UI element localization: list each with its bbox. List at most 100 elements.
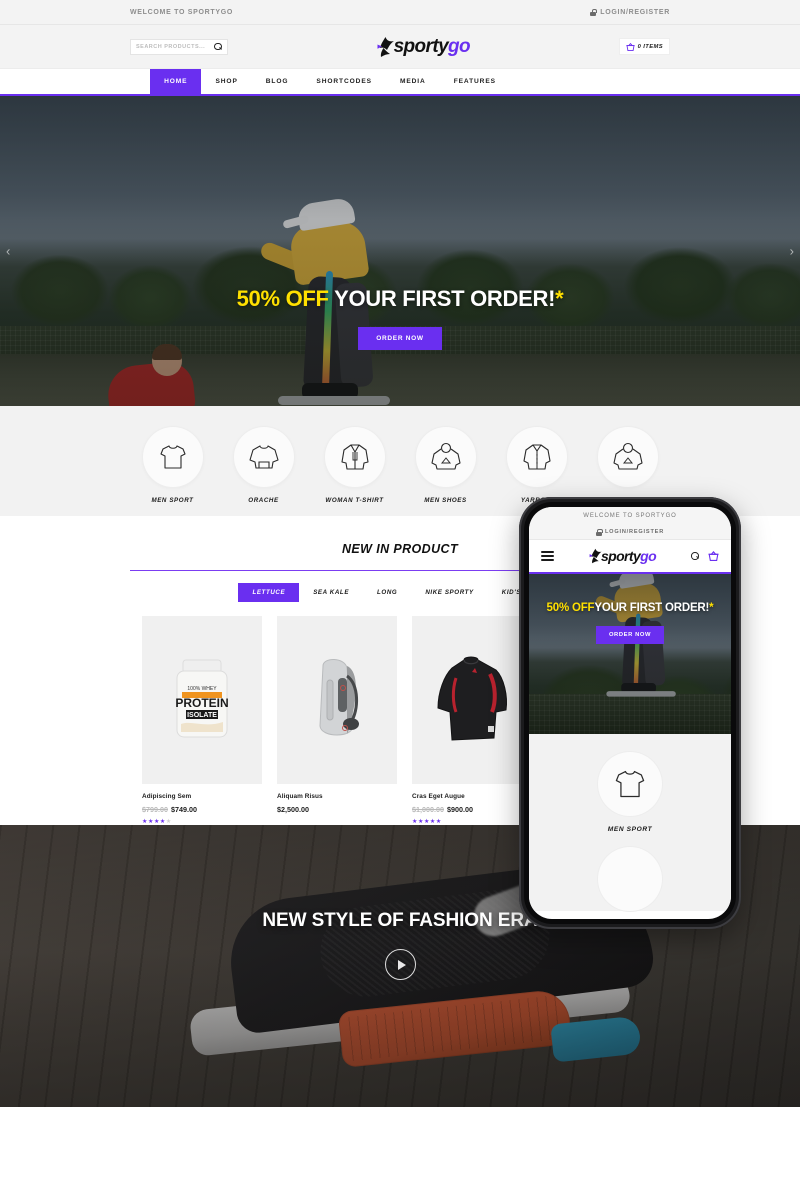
category-item-6[interactable] bbox=[597, 427, 658, 497]
category-label: WOMAN T-SHIRT bbox=[325, 497, 384, 504]
site-logo[interactable]: sportygo bbox=[377, 36, 471, 58]
product-card[interactable]: Aliquam Risus $2,500.00 bbox=[277, 616, 397, 825]
hero-slider: 50% OFF YOUR FIRST ORDER!* ORDER NOW ‹ › bbox=[0, 96, 800, 406]
phone-mockup: WELCOME TO SPORTYGO LOGIN/REGISTER sport… bbox=[519, 497, 741, 929]
phone-category-next-circle[interactable] bbox=[598, 847, 662, 911]
product-price: $1,000.00 $900.00 bbox=[412, 805, 532, 814]
cart-count-label: 0 ITEMS bbox=[637, 43, 663, 50]
phone-header-actions bbox=[691, 551, 719, 561]
logo-mark-icon bbox=[377, 36, 397, 58]
search-icon[interactable] bbox=[691, 552, 699, 560]
nav-item-media[interactable]: MEDIA bbox=[386, 69, 440, 94]
hero-next-arrow-icon[interactable]: › bbox=[790, 244, 794, 259]
svg-text:PROTEIN: PROTEIN bbox=[175, 696, 228, 710]
phone-hero-title: 50% OFFYOUR FIRST ORDER!* bbox=[529, 602, 731, 614]
main-header: SEARCH PRODUCTS... sportygo 0 ITEMS bbox=[0, 25, 800, 69]
coat-icon bbox=[340, 444, 369, 470]
product-image bbox=[412, 616, 532, 784]
category-icon-circle bbox=[597, 427, 658, 487]
search-input[interactable]: SEARCH PRODUCTS... bbox=[130, 38, 228, 55]
phone-hero-content: 50% OFFYOUR FIRST ORDER!* ORDER NOW bbox=[529, 602, 731, 644]
nav-label: BLOG bbox=[265, 78, 289, 85]
logo-text-primary: sporty bbox=[393, 36, 449, 57]
nav-item-shortcodes[interactable]: SHORTCODES bbox=[302, 69, 386, 94]
product-card[interactable]: 100% WHEY PROTEIN ISOLATE Adipiscing Sem… bbox=[142, 616, 262, 825]
product-old-price: $799.00 bbox=[142, 805, 168, 814]
tshirt-icon bbox=[615, 770, 645, 798]
category-icon-circle bbox=[324, 427, 385, 487]
phone-order-now-button[interactable]: ORDER NOW bbox=[595, 626, 665, 644]
play-icon[interactable] bbox=[384, 949, 416, 980]
phone-logo[interactable]: sportygo bbox=[589, 548, 657, 564]
basket-icon[interactable] bbox=[708, 551, 719, 561]
nav-label: MEDIA bbox=[399, 78, 426, 85]
login-register-label: LOGIN/REGISTER bbox=[600, 8, 670, 16]
product-image: 100% WHEY PROTEIN ISOLATE bbox=[142, 616, 262, 784]
phone-category-label: MEN SPORT bbox=[607, 826, 653, 833]
logo-text: sportygo bbox=[393, 36, 471, 57]
phone-hero-subtitle: YOUR FIRST ORDER! bbox=[594, 602, 710, 614]
category-icon-circle bbox=[506, 427, 567, 487]
tshirt-icon bbox=[159, 445, 186, 469]
tab-nike-sporty[interactable]: NIKE SPORTY bbox=[411, 583, 487, 602]
product-old-price: $1,000.00 bbox=[412, 805, 444, 814]
welcome-text-wrap: WELCOME TO SPORTYGO bbox=[130, 9, 233, 16]
hamburger-icon[interactable] bbox=[541, 551, 554, 561]
product-price: $799.00 $749.00 bbox=[142, 805, 262, 814]
nav-item-features[interactable]: FEATURES bbox=[440, 69, 510, 94]
category-label: MEN SHOES bbox=[424, 497, 467, 504]
phone-logo-accent: go bbox=[640, 548, 657, 564]
svg-text:100% WHEY: 100% WHEY bbox=[187, 686, 217, 692]
tab-long[interactable]: LONG bbox=[363, 583, 411, 602]
product-card[interactable]: Cras Eget Augue $1,000.00 $900.00 ★★★★★ bbox=[412, 616, 532, 825]
hoodie-icon bbox=[612, 442, 643, 470]
phone-login-register[interactable]: LOGIN/REGISTER bbox=[529, 525, 731, 540]
product-current-price: $900.00 bbox=[446, 805, 473, 814]
logo-text-accent: go bbox=[448, 36, 471, 57]
phone-hero-discount: 50% OFF bbox=[546, 602, 595, 614]
phone-logo-primary: sporty bbox=[600, 548, 641, 564]
nav-item-home[interactable]: HOME bbox=[150, 69, 202, 94]
product-current-price: $749.00 bbox=[170, 805, 197, 814]
category-item-woman-tshirt[interactable]: WOMAN T-SHIRT bbox=[324, 427, 385, 504]
nav-item-shop[interactable]: SHOP bbox=[201, 69, 251, 94]
tab-sea-kale[interactable]: SEA KALE bbox=[299, 583, 363, 602]
phone-category-icon-circle[interactable] bbox=[598, 752, 662, 816]
hoodie-icon bbox=[430, 442, 461, 470]
category-item-orache[interactable]: ORACHE bbox=[233, 427, 294, 504]
nav-item-blog[interactable]: BLOG bbox=[252, 69, 303, 94]
sweater-icon bbox=[248, 445, 279, 469]
category-label: MEN SPORT bbox=[151, 497, 194, 504]
logo-mark-icon bbox=[589, 548, 604, 564]
cart-button[interactable]: 0 ITEMS bbox=[618, 38, 670, 55]
hero-asterisk: * bbox=[555, 286, 564, 311]
main-nav: HOME SHOP BLOG SHORTCODES MEDIA FEATURES bbox=[0, 69, 800, 96]
product-image bbox=[277, 616, 397, 784]
hero-prev-arrow-icon[interactable]: ‹ bbox=[6, 244, 10, 259]
phone-category-strip: MEN SPORT bbox=[529, 734, 731, 911]
top-welcome-bar: WELCOME TO SPORTYGO LOGIN/REGISTER bbox=[0, 0, 800, 25]
phone-hero-asterisk: * bbox=[709, 602, 714, 614]
category-item-men-shoes[interactable]: MEN SHOES bbox=[415, 427, 476, 504]
page-root: WELCOME TO SPORTYGO LOGIN/REGISTER SEARC… bbox=[0, 0, 800, 1200]
backpack-image bbox=[319, 659, 359, 736]
login-register-link[interactable]: LOGIN/REGISTER bbox=[590, 8, 670, 16]
product-rating: ★★★★★ bbox=[142, 819, 172, 825]
shirt-icon bbox=[522, 444, 551, 470]
product-name: Cras Eget Augue bbox=[412, 793, 465, 800]
search-placeholder: SEARCH PRODUCTS... bbox=[136, 43, 206, 50]
hero-title: 50% OFF YOUR FIRST ORDER!* bbox=[0, 286, 800, 312]
category-icon-circle bbox=[233, 427, 294, 487]
nav-label: FEATURES bbox=[453, 78, 496, 85]
product-rating: ★★★★★ bbox=[412, 819, 442, 825]
welcome-text: WELCOME TO SPORTYGO bbox=[130, 8, 234, 16]
category-item-men-sport[interactable]: MEN SPORT bbox=[142, 427, 203, 504]
basket-icon bbox=[626, 42, 635, 51]
search-icon[interactable] bbox=[214, 42, 222, 51]
phone-login-label: LOGIN/REGISTER bbox=[604, 529, 665, 535]
tab-lettuce[interactable]: LETTUCE bbox=[238, 583, 300, 602]
phone-logo-text: sportygo bbox=[600, 548, 657, 564]
category-item-yarrow[interactable]: YARROW bbox=[506, 427, 567, 504]
category-label: ORACHE bbox=[248, 497, 279, 504]
order-now-button[interactable]: ORDER NOW bbox=[358, 327, 442, 350]
